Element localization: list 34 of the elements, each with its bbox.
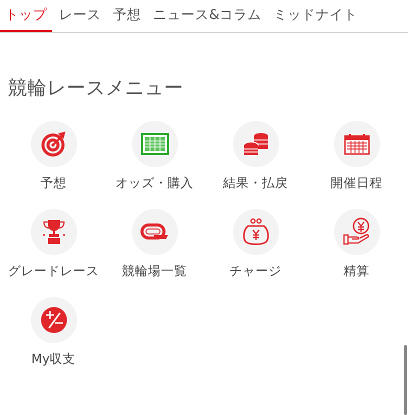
menu-icon-button[interactable] <box>30 209 76 255</box>
nav-tab[interactable]: レース <box>54 0 106 32</box>
nav-tab[interactable]: ミッドナイト <box>268 0 363 32</box>
menu-label: My収支 <box>31 351 76 368</box>
scrollbar <box>404 345 407 415</box>
menu-icon-button[interactable] <box>232 209 278 255</box>
calendar-icon <box>342 132 370 156</box>
purse-icon <box>242 218 270 246</box>
trophy-icon <box>40 218 66 246</box>
hand-coin-icon <box>342 217 372 247</box>
velodrome-icon <box>140 223 170 241</box>
menu-icon-button[interactable] <box>334 121 380 167</box>
menu-label: 開催日程 <box>330 175 382 192</box>
menu-icon-button[interactable] <box>334 209 380 255</box>
nav-tab[interactable]: ニュース&コラム <box>148 0 267 32</box>
coins-icon <box>242 131 270 157</box>
menu-label: 競輪場一覧 <box>122 263 187 280</box>
table-icon <box>140 133 168 155</box>
menu-label: グレードレース <box>8 263 99 280</box>
menu-label: 予想 <box>40 175 66 192</box>
menu-icon-button[interactable] <box>132 121 178 167</box>
menu-icon-button[interactable] <box>30 297 76 343</box>
menu-label: 精算 <box>344 263 370 280</box>
nav-tab[interactable]: 予想 <box>108 0 146 32</box>
menu-label: 結果・払戻 <box>223 175 288 192</box>
target-icon <box>40 131 66 157</box>
section-title: 競輪レースメニュー <box>8 76 184 101</box>
plus-minus-icon <box>40 306 68 334</box>
menu-icon-button[interactable] <box>132 209 178 255</box>
menu-icon-button[interactable] <box>30 121 76 167</box>
menu-label: オッズ・購入 <box>116 175 194 192</box>
nav-tab[interactable]: トップ <box>0 0 52 32</box>
menu-icon-button[interactable] <box>232 121 278 167</box>
menu-label: チャージ <box>230 263 282 280</box>
